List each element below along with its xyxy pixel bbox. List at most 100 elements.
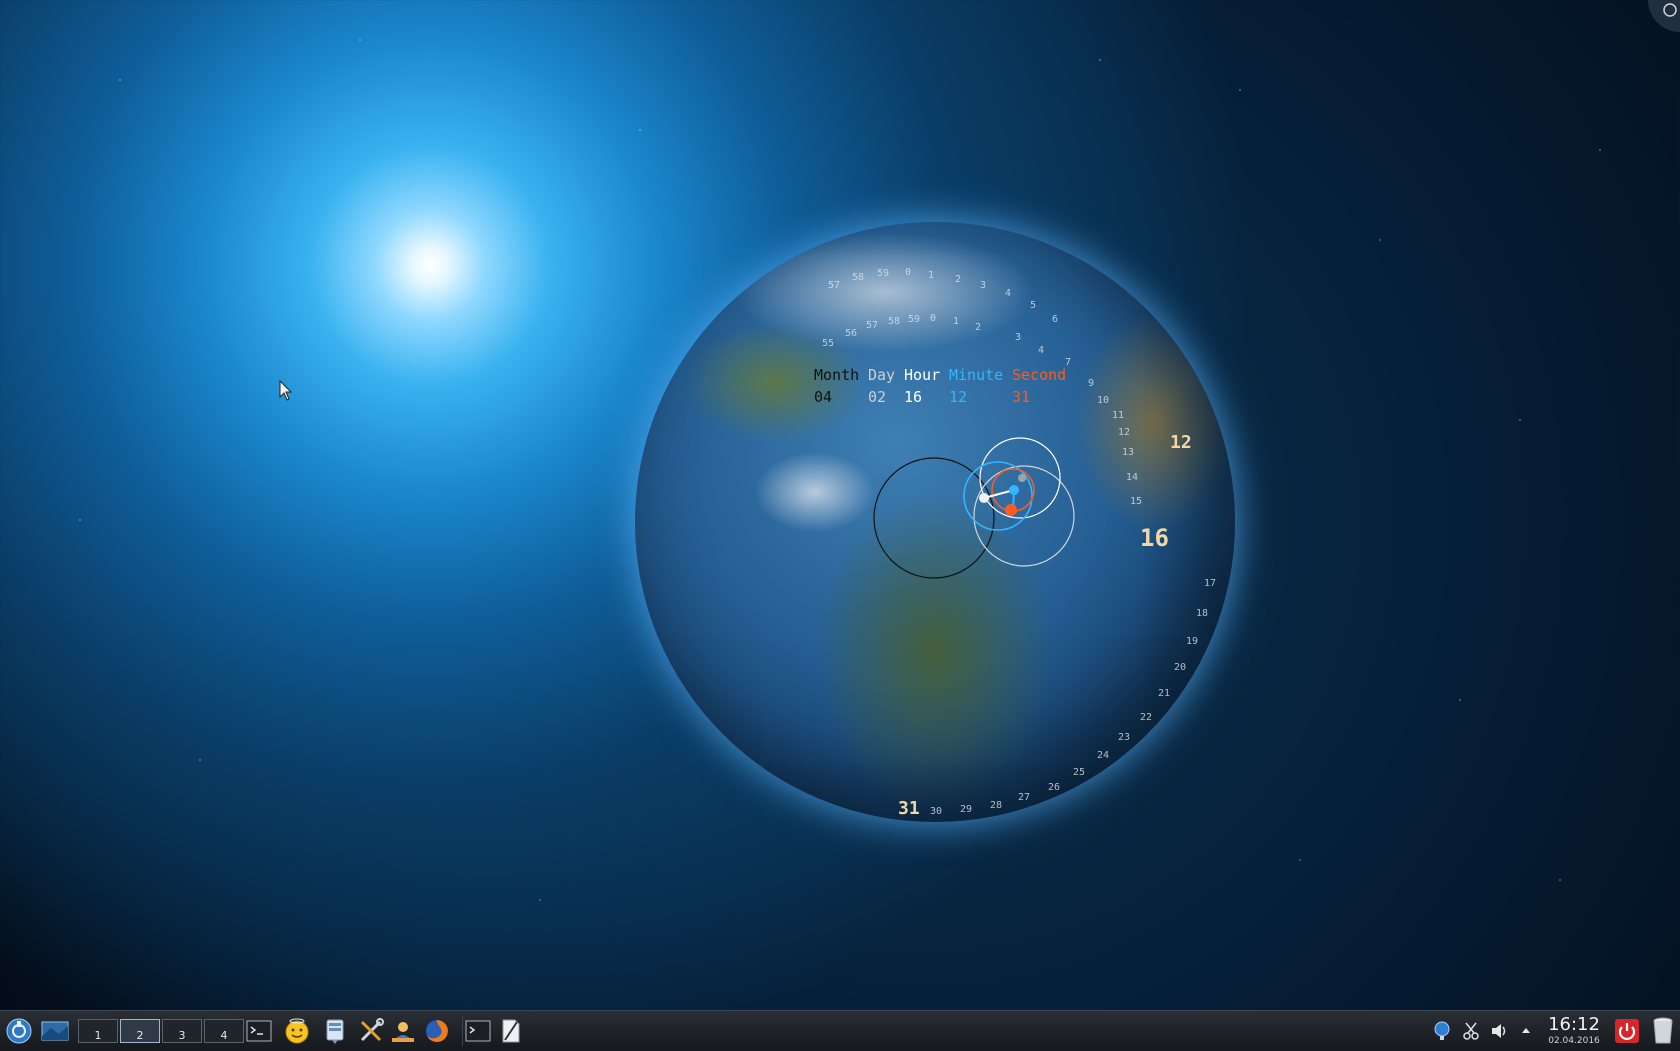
ring-number: 4	[1038, 345, 1045, 356]
label-month: Month	[814, 366, 860, 384]
desktop-icon	[41, 1021, 69, 1041]
ring-number: 3	[980, 280, 987, 291]
desktop-toolbox-icon[interactable]	[1648, 0, 1680, 32]
ring-number: 0	[930, 313, 937, 324]
label-hour: Hour	[904, 366, 941, 384]
desktop-2-button[interactable]: 2	[120, 1019, 160, 1043]
second-marker	[1005, 504, 1017, 516]
firefox-icon	[426, 1020, 448, 1042]
month-orbit	[873, 457, 995, 579]
network-icon[interactable]	[1432, 1021, 1452, 1041]
ring-number: 18	[1196, 608, 1209, 619]
value-minute: 12	[949, 388, 968, 406]
ring-number: 57	[866, 320, 879, 331]
desktop-1-button[interactable]: 1	[78, 1019, 118, 1043]
application-launcher-button[interactable]	[4, 1016, 34, 1046]
ring-number: 58	[852, 272, 865, 283]
ring-number: 20	[1174, 662, 1187, 673]
big-label-16: 16	[1140, 524, 1169, 552]
minute-orbit	[963, 461, 1033, 531]
big-label-12: 12	[1170, 432, 1192, 453]
text-editor-icon	[502, 1019, 520, 1043]
tray-expand-arrow-icon[interactable]	[1520, 1021, 1532, 1041]
trash-button[interactable]	[1648, 1016, 1678, 1046]
digital-clock[interactable]: 16:12 02.04.2016	[1538, 1015, 1610, 1047]
virtual-desktop-pager[interactable]: 1 2 3 4	[78, 1019, 246, 1043]
ring-number: 26	[1048, 782, 1061, 793]
value-month: 04	[814, 388, 833, 406]
ring-number: 9	[1088, 378, 1095, 389]
show-desktop-button[interactable]	[40, 1016, 70, 1046]
trash-icon	[1653, 1017, 1673, 1044]
power-icon	[1615, 1019, 1639, 1043]
label-minute: Minute	[949, 366, 1004, 384]
admin-icon	[392, 1022, 414, 1042]
ring-number: 10	[1097, 395, 1110, 406]
ring-number: 17	[1204, 578, 1217, 589]
ring-number: 14	[1126, 472, 1139, 483]
value-day: 02	[868, 388, 887, 406]
kde-menu-icon	[6, 1018, 32, 1044]
system-settings-launcher[interactable]	[356, 1016, 386, 1046]
day-marker	[979, 493, 989, 503]
ring-number: 56	[845, 328, 858, 339]
ring-number: 13	[1122, 447, 1135, 458]
desktop-3-button[interactable]: 3	[162, 1019, 202, 1043]
admin-tool-launcher[interactable]	[388, 1016, 418, 1046]
ring-number: 5	[1030, 300, 1037, 311]
terminal-icon	[246, 1020, 272, 1042]
ring-number: 1	[928, 270, 935, 281]
minute-marker	[1009, 485, 1019, 495]
ring-number: 4	[1005, 288, 1012, 299]
clock-time: 16:12	[1548, 1014, 1600, 1035]
hour-marker	[1018, 474, 1026, 482]
ring-number: 23	[1118, 732, 1131, 743]
ring-number: 59	[908, 314, 921, 325]
desktop-4-button[interactable]: 4	[204, 1019, 244, 1043]
ring-number: 59	[877, 268, 890, 279]
ring-number: 24	[1097, 750, 1110, 761]
ring-number: 27	[1018, 792, 1031, 803]
big-label-31: 31	[898, 798, 920, 819]
ring-number: 11	[1112, 410, 1125, 421]
mouse-cursor-icon	[279, 380, 293, 401]
value-hour: 16	[904, 388, 923, 406]
ring-number: 3	[1015, 332, 1022, 343]
ring-number: 55	[822, 338, 835, 349]
ring-number: 22	[1140, 712, 1153, 723]
ring-number: 2	[955, 274, 962, 285]
file-manager-icon	[326, 1019, 344, 1044]
ring-number: 29	[960, 804, 973, 815]
system-tray	[1432, 1019, 1532, 1043]
tools-icon	[360, 1018, 384, 1042]
firefox-launcher[interactable]	[422, 1016, 452, 1046]
ring-number: 0	[905, 267, 912, 278]
ring-number: 19	[1186, 636, 1199, 647]
ring-number: 25	[1073, 767, 1086, 778]
ring-number: 57	[828, 280, 841, 291]
konsole-launcher[interactable]	[244, 1016, 274, 1046]
ring-number: 30	[930, 806, 943, 817]
label-second: Second	[1012, 366, 1067, 384]
ring-number: 1	[953, 316, 960, 327]
smiley-icon	[285, 1018, 309, 1044]
ring-number: 28	[990, 800, 1003, 811]
logout-button[interactable]	[1612, 1016, 1642, 1046]
terminal-icon	[465, 1020, 491, 1042]
clock-orbits	[873, 437, 1075, 579]
value-second: 31	[1012, 388, 1031, 406]
label-day: Day	[868, 366, 896, 384]
ring-number: 21	[1158, 688, 1171, 699]
smiley-app-launcher[interactable]	[282, 1016, 312, 1046]
clock-date: 02.04.2016	[1548, 1036, 1600, 1046]
task-konsole[interactable]	[462, 1016, 493, 1046]
task-editor[interactable]	[496, 1016, 526, 1046]
ring-number: 58	[888, 316, 901, 327]
clipboard-scissors-icon[interactable]	[1462, 1021, 1480, 1041]
file-manager-launcher[interactable]	[320, 1016, 350, 1046]
volume-icon[interactable]	[1490, 1021, 1510, 1041]
ring-number: 7	[1065, 357, 1072, 368]
ring-number: 2	[975, 322, 982, 333]
ring-number: 12	[1118, 427, 1131, 438]
taskbar: 1 2 3 4 16:12 02.04.2016	[0, 1010, 1680, 1051]
